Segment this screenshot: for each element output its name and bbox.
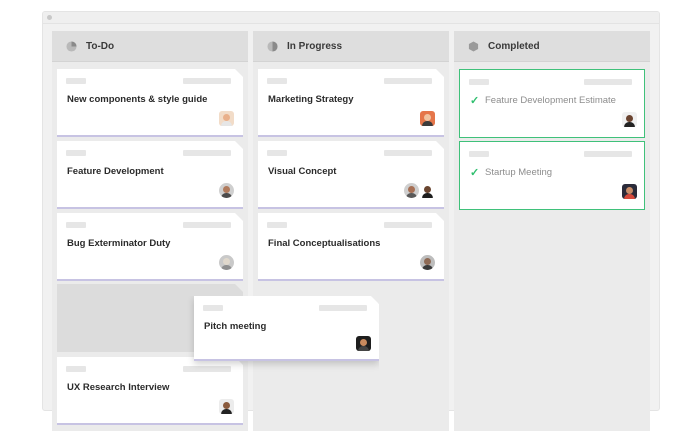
placeholder-bar <box>469 79 489 85</box>
avatar[interactable] <box>219 399 234 414</box>
dragging-card[interactable]: Pitch meeting <box>194 296 379 361</box>
card-title: Visual Concept <box>268 166 337 177</box>
placeholder-bar <box>183 150 231 156</box>
hexagon-icon <box>468 40 479 52</box>
card-title: Pitch meeting <box>204 321 267 332</box>
avatar[interactable] <box>219 255 234 270</box>
task-card[interactable]: Bug Exterminator Duty <box>57 213 243 281</box>
placeholder-bar <box>183 366 231 372</box>
placeholder-bar <box>267 150 287 156</box>
placeholder-bar <box>584 151 632 157</box>
check-icon: ✓ <box>470 95 480 107</box>
task-card[interactable]: New components & style guide <box>57 69 243 137</box>
avatar[interactable] <box>404 183 419 198</box>
card-title: UX Research Interview <box>67 382 170 393</box>
task-card[interactable]: UX Research Interview <box>57 357 243 425</box>
card-title: New components & style guide <box>67 94 208 105</box>
task-card[interactable]: Feature Development <box>57 141 243 209</box>
pie-half-icon <box>267 40 278 52</box>
task-card-completed[interactable]: ✓ Feature Development Estimate <box>459 69 645 138</box>
placeholder-bar <box>203 305 223 311</box>
avatar[interactable] <box>420 255 435 270</box>
pie-quarter-icon <box>66 40 77 52</box>
avatar[interactable] <box>356 336 371 351</box>
placeholder-bar <box>384 150 432 156</box>
placeholder-bar <box>584 79 632 85</box>
avatar[interactable] <box>420 183 435 198</box>
column-completed: Completed ✓ Feature Development Estimate… <box>454 31 650 431</box>
placeholder-bar <box>183 222 231 228</box>
placeholder-bar <box>183 78 231 84</box>
column-todo: To-Do New components & style guide Featu… <box>52 31 248 431</box>
avatar[interactable] <box>219 183 234 198</box>
placeholder-bar <box>66 222 86 228</box>
avatar[interactable] <box>219 111 234 126</box>
column-header-completed[interactable]: Completed <box>454 31 650 62</box>
task-card[interactable]: Visual Concept <box>258 141 444 209</box>
card-title: Startup Meeting <box>485 167 553 178</box>
check-icon: ✓ <box>470 167 480 179</box>
placeholder-bar <box>66 78 86 84</box>
placeholder-bar <box>267 222 287 228</box>
placeholder-bar <box>319 305 367 311</box>
column-title: To-Do <box>86 40 115 52</box>
placeholder-bar <box>384 222 432 228</box>
task-card[interactable]: Marketing Strategy <box>258 69 444 137</box>
card-title: Feature Development Estimate <box>485 95 616 106</box>
placeholder-bar <box>469 151 489 157</box>
card-title: Marketing Strategy <box>268 94 354 105</box>
window-titlebar <box>43 12 659 24</box>
column-title: In Progress <box>287 40 343 52</box>
avatar[interactable] <box>420 111 435 126</box>
placeholder-bar <box>384 78 432 84</box>
card-title: Bug Exterminator Duty <box>67 238 171 249</box>
avatar[interactable] <box>622 184 637 199</box>
placeholder-bar <box>66 150 86 156</box>
window-dot-icon[interactable] <box>47 15 52 20</box>
column-in-progress: In Progress Marketing Strategy Visual Co… <box>253 31 449 431</box>
column-title: Completed <box>488 40 540 52</box>
card-title: Final Conceptualisations <box>268 238 381 249</box>
task-card[interactable]: Final Conceptualisations <box>258 213 444 281</box>
column-header-in-progress[interactable]: In Progress <box>253 31 449 62</box>
placeholder-bar <box>66 366 86 372</box>
placeholder-bar <box>267 78 287 84</box>
avatar[interactable] <box>622 112 637 127</box>
column-header-todo[interactable]: To-Do <box>52 31 248 62</box>
card-title: Feature Development <box>67 166 164 177</box>
task-card-completed[interactable]: ✓ Startup Meeting <box>459 141 645 210</box>
